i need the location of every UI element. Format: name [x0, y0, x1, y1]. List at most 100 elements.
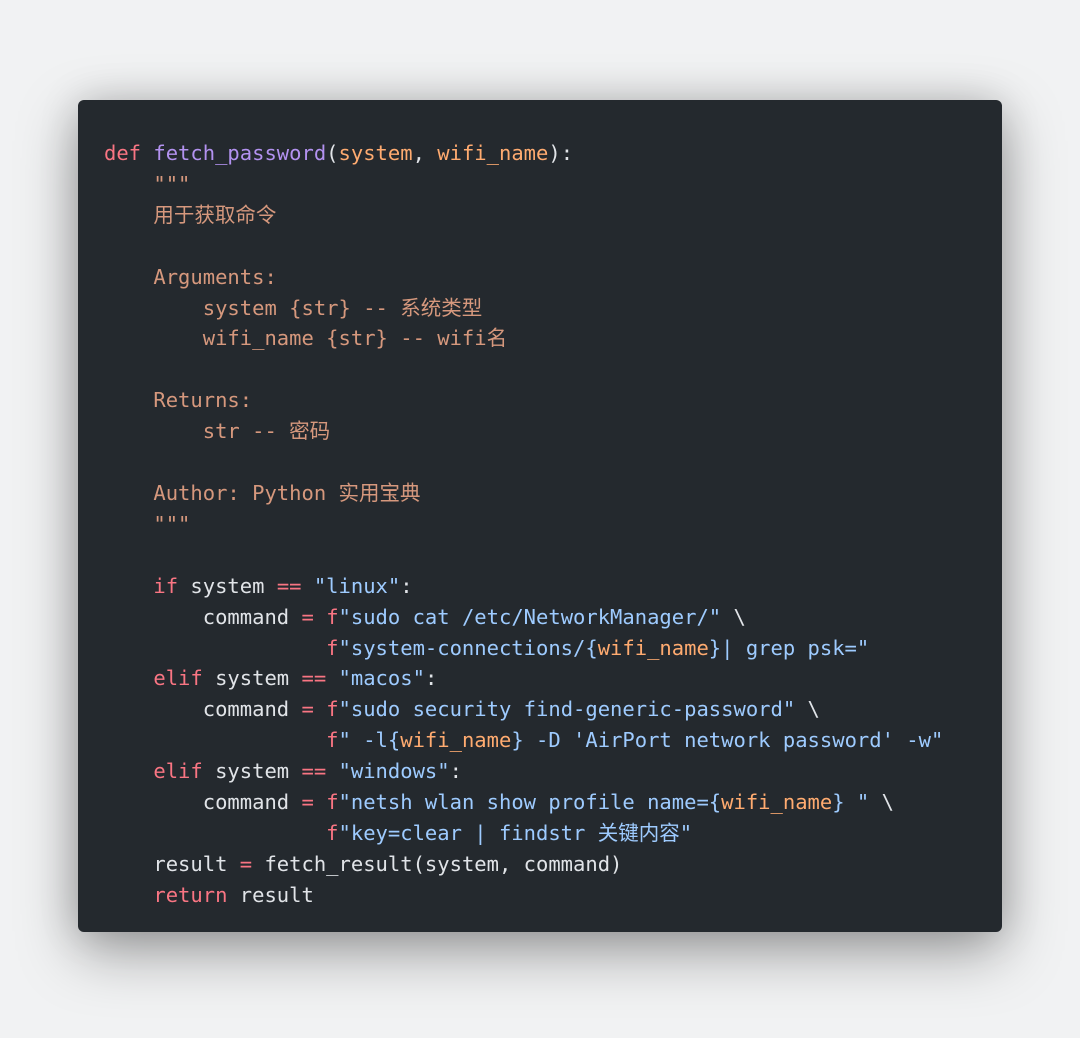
docstring-line: 用于获取命令 [153, 203, 276, 227]
indent [104, 203, 153, 227]
code-block: def fetch_password(system, wifi_name): "… [104, 138, 976, 911]
space [252, 852, 264, 876]
colon: : [450, 759, 462, 783]
keyword-elif: elif [153, 759, 202, 783]
brace-open: { [585, 636, 597, 660]
interp-wifi-name: wifi_name [721, 790, 832, 814]
space [178, 574, 190, 598]
docstring-line: wifi_name {str} -- wifi名 [203, 326, 507, 350]
indent [104, 852, 153, 876]
colon: : [400, 574, 412, 598]
paren-open: ( [326, 141, 338, 165]
brace-open: { [388, 728, 400, 752]
indent [104, 636, 326, 660]
interp-wifi-name: wifi_name [598, 636, 709, 660]
brace-open: { [709, 790, 721, 814]
interp-wifi-name: wifi_name [400, 728, 511, 752]
space [289, 666, 301, 690]
str-linux: "linux" [314, 574, 400, 598]
colon: : [561, 141, 573, 165]
op-assign: = [302, 605, 314, 629]
f-prefix: f [326, 821, 338, 845]
space [326, 666, 338, 690]
space [289, 605, 301, 629]
line-continue: \ [882, 790, 894, 814]
space [264, 574, 276, 598]
brace-close: } [832, 790, 844, 814]
op-assign: = [302, 790, 314, 814]
space [314, 605, 326, 629]
keyword-if: if [153, 574, 178, 598]
indent [104, 666, 153, 690]
space [141, 141, 153, 165]
indent [104, 326, 203, 350]
space [203, 759, 215, 783]
keyword-def: def [104, 141, 141, 165]
var-system: system [215, 759, 289, 783]
str-part: | grep psk=" [721, 636, 869, 660]
f-prefix: f [326, 728, 338, 752]
indent [104, 296, 203, 320]
indent [104, 419, 203, 443]
indent [104, 512, 153, 536]
op-assign: = [302, 697, 314, 721]
str-part: -D 'AirPort network password' -w" [524, 728, 944, 752]
indent [104, 574, 153, 598]
line-continue: \ [733, 605, 745, 629]
space [227, 852, 239, 876]
indent [104, 759, 153, 783]
str-part: "sudo security find-generic-password" [339, 697, 796, 721]
docstring-open: """ [153, 172, 190, 196]
str-part: " [845, 790, 870, 814]
call-fetch-result: fetch_result(system, command) [264, 852, 622, 876]
colon: : [425, 666, 437, 690]
indent [104, 172, 153, 196]
var-result: result [153, 852, 227, 876]
op-eq: == [302, 759, 327, 783]
keyword-elif: elif [153, 666, 202, 690]
f-prefix: f [326, 697, 338, 721]
docstring-line: system {str} -- 系统类型 [203, 296, 482, 320]
var-command: command [203, 697, 289, 721]
indent [104, 605, 203, 629]
indent [104, 265, 153, 289]
str-macos: "macos" [339, 666, 425, 690]
space [721, 605, 733, 629]
param-system: system [339, 141, 413, 165]
line-continue: \ [808, 697, 820, 721]
str-part: "sudo cat /etc/NetworkManager/" [339, 605, 722, 629]
space [326, 759, 338, 783]
str-windows: "windows" [339, 759, 450, 783]
space [795, 697, 807, 721]
space [289, 697, 301, 721]
f-prefix: f [326, 636, 338, 660]
space [302, 574, 314, 598]
code-card: def fetch_password(system, wifi_name): "… [78, 100, 1002, 932]
indent [104, 697, 203, 721]
brace-close: } [709, 636, 721, 660]
f-prefix: f [326, 605, 338, 629]
comma: , [413, 141, 438, 165]
op-assign: = [240, 852, 252, 876]
space [289, 759, 301, 783]
docstring-line: Author: Python 实用宝典 [153, 481, 420, 505]
var-system: system [190, 574, 264, 598]
var-result: result [240, 883, 314, 907]
indent [104, 728, 326, 752]
space [869, 790, 881, 814]
space [227, 883, 239, 907]
op-eq: == [277, 574, 302, 598]
keyword-return: return [153, 883, 227, 907]
space [289, 790, 301, 814]
docstring-close: """ [153, 512, 190, 536]
op-eq: == [302, 666, 327, 690]
str-part: "netsh wlan show profile name= [339, 790, 709, 814]
str-part: " -l [339, 728, 388, 752]
param-wifi-name: wifi_name [437, 141, 548, 165]
str-part: "key=clear | findstr 关键内容" [339, 821, 693, 845]
indent [104, 821, 326, 845]
indent [104, 883, 153, 907]
brace-close: } [511, 728, 523, 752]
indent [104, 790, 203, 814]
space [203, 666, 215, 690]
